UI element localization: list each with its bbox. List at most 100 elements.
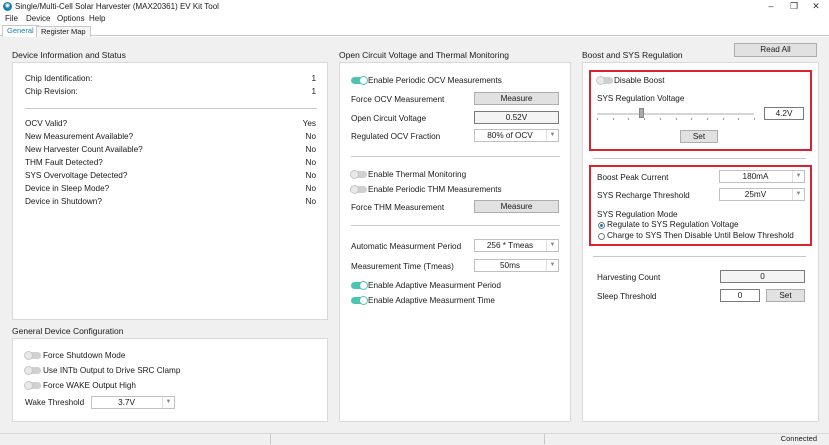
periodic-ocv-toggle[interactable] bbox=[351, 76, 368, 85]
close-icon[interactable]: ✕ bbox=[805, 0, 827, 13]
disable-boost-label: Disable Boost bbox=[614, 76, 665, 85]
tab-strip bbox=[0, 25, 829, 36]
chip-rev-value: 1 bbox=[311, 87, 316, 96]
force-ocv-measure-button[interactable]: Measure bbox=[474, 92, 559, 105]
device-info-title: Device Information and Status bbox=[12, 50, 126, 60]
sys-reg-slider-thumb[interactable] bbox=[638, 108, 644, 118]
adaptive-time-label: Enable Adaptive Measurment Time bbox=[368, 296, 495, 305]
tmeas-select[interactable]: 50ms ▼ bbox=[474, 259, 559, 272]
status-value-new-measurement: No bbox=[305, 132, 316, 141]
ocv-voltage-field: 0.52V bbox=[474, 111, 559, 124]
reg-mode-radio-charge[interactable] bbox=[598, 233, 605, 240]
thermal-monitor-toggle[interactable] bbox=[350, 170, 367, 179]
reg-mode-radio-regulate[interactable] bbox=[598, 222, 605, 229]
adaptive-period-toggle[interactable] bbox=[351, 281, 368, 290]
ocv-title: Open Circuit Voltage and Thermal Monitor… bbox=[339, 50, 509, 60]
slider-tick bbox=[659, 118, 661, 120]
boost-peak-value: 180mA bbox=[742, 172, 769, 181]
window-title: Single/Multi-Cell Solar Harvester (MAX20… bbox=[15, 2, 219, 11]
sleep-threshold-input[interactable]: 0 bbox=[720, 289, 760, 302]
status-label-new-measurement: New Measurement Available? bbox=[25, 132, 134, 141]
status-value-shutdown: No bbox=[305, 197, 316, 206]
slider-tick bbox=[612, 118, 614, 120]
periodic-thm-label: Enable Periodic THM Measurements bbox=[368, 185, 502, 194]
wake-threshold-value: 3.7V bbox=[118, 398, 135, 407]
recharge-threshold-value: 25mV bbox=[744, 190, 767, 199]
ocv-fraction-value: 80% of OCV bbox=[487, 131, 533, 140]
ocv-fraction-label: Regulated OCV Fraction bbox=[351, 132, 441, 141]
sys-reg-set-button[interactable]: Set bbox=[680, 130, 718, 143]
slider-tick bbox=[691, 118, 693, 120]
status-value-ocv-valid: Yes bbox=[302, 119, 316, 128]
app-icon: ◉ bbox=[3, 2, 12, 11]
chevron-down-icon: ▼ bbox=[546, 130, 558, 141]
status-label-shutdown: Device in Shutdown? bbox=[25, 197, 102, 206]
reg-mode-option-charge: Charge to SYS Then Disable Until Below T… bbox=[607, 231, 794, 240]
status-value-sys-overvoltage: No bbox=[305, 171, 316, 180]
slider-tick bbox=[738, 118, 740, 120]
sys-reg-voltage-input[interactable]: 4.2V bbox=[764, 107, 804, 120]
menu-help[interactable]: Help bbox=[89, 13, 105, 25]
divider bbox=[351, 156, 560, 157]
tab-register-map[interactable]: Register Map bbox=[36, 26, 91, 37]
divider bbox=[593, 256, 806, 257]
periodic-thm-toggle[interactable] bbox=[350, 185, 367, 194]
sleep-threshold-label: Sleep Threshold bbox=[597, 292, 657, 301]
boost-title: Boost and SYS Regulation bbox=[582, 50, 683, 60]
force-wake-label: Force WAKE Output High bbox=[43, 381, 136, 390]
adaptive-period-label: Enable Adaptive Measurment Period bbox=[368, 281, 501, 290]
divider bbox=[593, 158, 806, 159]
wake-threshold-select[interactable]: 3.7V ▼ bbox=[91, 396, 175, 409]
force-shutdown-toggle[interactable] bbox=[24, 351, 41, 360]
sleep-threshold-set-button[interactable]: Set bbox=[766, 289, 805, 302]
tmeas-value: 50ms bbox=[499, 261, 521, 270]
chevron-down-icon: ▼ bbox=[546, 260, 558, 271]
status-label-sys-overvoltage: SYS Overvoltage Detected? bbox=[25, 171, 128, 180]
status-separator bbox=[270, 434, 271, 444]
read-all-button[interactable]: Read All bbox=[734, 43, 817, 57]
adaptive-time-toggle[interactable] bbox=[351, 296, 368, 305]
divider bbox=[351, 225, 560, 226]
ocv-voltage-label: Open Circuit Voltage bbox=[351, 114, 427, 123]
chip-id-value: 1 bbox=[311, 74, 316, 83]
slider-tick bbox=[628, 118, 630, 120]
wake-threshold-label: Wake Threshold bbox=[25, 398, 85, 407]
periodic-ocv-label: Enable Periodic OCV Measurements bbox=[368, 76, 502, 85]
recharge-threshold-select[interactable]: 25mV ▼ bbox=[719, 188, 805, 201]
force-thm-measure-button[interactable]: Measure bbox=[474, 200, 559, 213]
sys-reg-slider-track[interactable] bbox=[597, 113, 754, 115]
force-wake-toggle[interactable] bbox=[24, 381, 41, 390]
chevron-down-icon: ▼ bbox=[792, 171, 804, 182]
thermal-monitor-label: Enable Thermal Monitoring bbox=[368, 170, 467, 179]
menu-file[interactable]: File bbox=[5, 13, 18, 25]
maximize-icon[interactable]: ❐ bbox=[783, 0, 805, 13]
status-label-sleep-mode: Device in Sleep Mode? bbox=[25, 184, 110, 193]
chevron-down-icon: ▼ bbox=[546, 240, 558, 251]
tmeas-label: Measurement Time (Tmeas) bbox=[351, 262, 454, 271]
status-separator bbox=[544, 434, 545, 444]
minimize-icon[interactable]: – bbox=[760, 0, 782, 13]
chevron-down-icon: ▼ bbox=[162, 397, 174, 408]
status-value-thm-fault: No bbox=[305, 158, 316, 167]
force-thm-label: Force THM Measurement bbox=[351, 203, 445, 212]
connection-status: Connected bbox=[780, 434, 817, 443]
boost-peak-label: Boost Peak Current bbox=[597, 173, 669, 182]
auto-period-value: 256 * Tmeas bbox=[486, 241, 534, 250]
recharge-threshold-label: SYS Recharge Threshold bbox=[597, 191, 690, 200]
intb-clamp-toggle[interactable] bbox=[24, 366, 41, 375]
menu-options[interactable]: Options bbox=[57, 13, 85, 25]
auto-period-select[interactable]: 256 * Tmeas ▼ bbox=[474, 239, 559, 252]
tab-general[interactable]: General bbox=[2, 25, 39, 37]
harvest-count-label: Harvesting Count bbox=[597, 273, 661, 282]
boost-peak-select[interactable]: 180mA ▼ bbox=[719, 170, 805, 183]
slider-tick bbox=[722, 118, 724, 120]
auto-period-label: Automatic Measurment Period bbox=[351, 242, 462, 251]
reg-mode-option-regulate: Regulate to SYS Regulation Voltage bbox=[607, 220, 739, 229]
disable-boost-toggle[interactable] bbox=[596, 76, 613, 85]
general-config-title: General Device Configuration bbox=[12, 326, 124, 336]
slider-tick bbox=[597, 118, 598, 120]
reg-mode-label: SYS Regulation Mode bbox=[597, 210, 678, 219]
menu-device[interactable]: Device bbox=[26, 13, 50, 25]
ocv-fraction-select[interactable]: 80% of OCV ▼ bbox=[474, 129, 559, 142]
status-bar bbox=[0, 433, 829, 445]
